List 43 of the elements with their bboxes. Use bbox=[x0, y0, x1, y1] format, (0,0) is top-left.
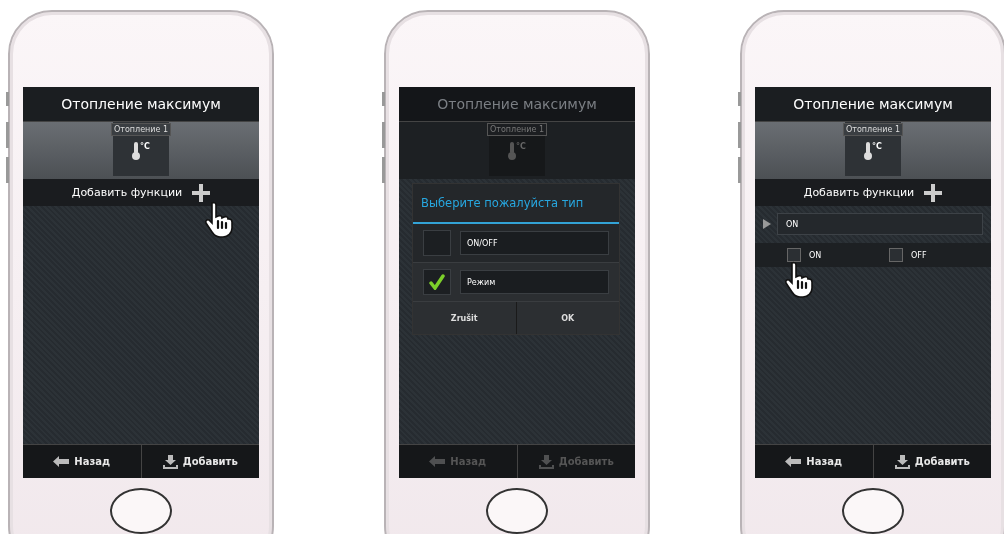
option-label[interactable]: Режим bbox=[460, 270, 609, 294]
plus-button[interactable] bbox=[192, 183, 211, 202]
back-button[interactable]: Назад bbox=[755, 445, 873, 478]
checkbox[interactable] bbox=[787, 248, 801, 262]
screen-title: Отопление максимум bbox=[23, 87, 259, 122]
download-tray-icon bbox=[538, 454, 554, 469]
option-label[interactable]: ON/OFF bbox=[460, 231, 609, 255]
screen-title: Отопление максимум bbox=[755, 87, 991, 122]
checkbox[interactable] bbox=[889, 248, 903, 262]
arrow-left-icon bbox=[785, 456, 802, 467]
device-tile[interactable]: Отопление 1 °C bbox=[113, 122, 169, 176]
screen-title: Отопление максимум bbox=[399, 87, 635, 122]
back-button[interactable]: Назад bbox=[23, 445, 141, 478]
checkbox-label: ON bbox=[809, 250, 822, 260]
plus-button[interactable] bbox=[924, 183, 943, 202]
download-tray-icon bbox=[162, 454, 178, 469]
add-function-label: Добавить функции bbox=[71, 186, 183, 199]
thermometer-icon bbox=[132, 142, 141, 160]
arrow-left-icon bbox=[53, 456, 70, 467]
unit-label: °C bbox=[872, 142, 882, 151]
unit-label: °C bbox=[516, 142, 526, 151]
device-label: Отопление 1 bbox=[842, 123, 904, 136]
add-button[interactable]: Добавить bbox=[140, 445, 259, 478]
play-icon[interactable] bbox=[763, 219, 771, 229]
thermometer-icon bbox=[508, 142, 517, 160]
add-button[interactable]: Добавить bbox=[872, 445, 991, 478]
dialog-title: Выберите пожалуйста тип bbox=[413, 184, 619, 224]
checkbox[interactable] bbox=[423, 230, 451, 256]
device-tile[interactable]: Отопление 1 °C bbox=[489, 122, 545, 176]
thermometer-icon bbox=[864, 142, 873, 160]
ok-button[interactable]: OK bbox=[515, 302, 619, 334]
function-field[interactable]: ON bbox=[777, 213, 983, 235]
checkbox[interactable] bbox=[423, 269, 451, 295]
checkmark-icon bbox=[429, 274, 445, 290]
download-tray-icon bbox=[894, 454, 910, 469]
add-function-label: Добавить функции bbox=[803, 186, 915, 199]
device-label: Отопление 1 bbox=[110, 123, 172, 136]
cancel-button[interactable]: Zrušit bbox=[413, 302, 516, 334]
device-label: Отопление 1 bbox=[486, 123, 548, 136]
unit-label: °C bbox=[140, 142, 150, 151]
checkbox-label: OFF bbox=[911, 250, 927, 260]
arrow-left-icon bbox=[429, 456, 446, 467]
device-tile[interactable]: Отопление 1 °C bbox=[845, 122, 901, 176]
